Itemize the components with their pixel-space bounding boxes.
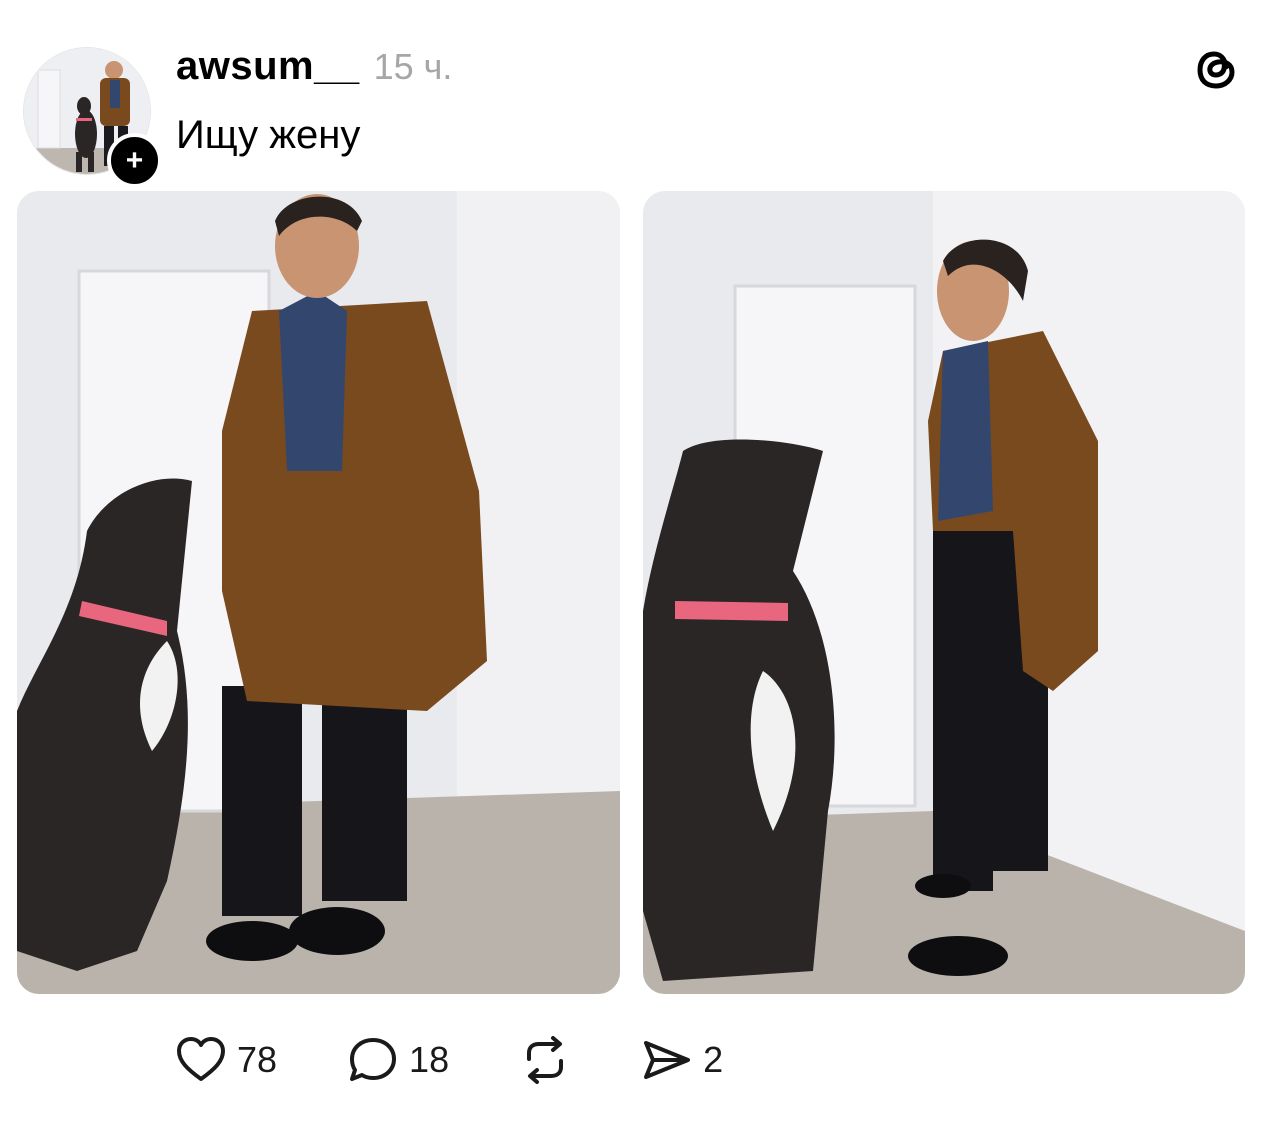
reply-button[interactable]: 18 (347, 1035, 449, 1085)
speech-bubble-icon (350, 1038, 397, 1081)
threads-logo-icon (1192, 44, 1242, 94)
like-count: 78 (237, 1039, 278, 1080)
share-count: 2 (703, 1039, 724, 1080)
post-photo-1[interactable] (17, 191, 620, 994)
action-bar: 78 18 2 (175, 1030, 793, 1090)
repost-button[interactable] (519, 1035, 571, 1085)
reply-count: 18 (409, 1039, 450, 1080)
post-header: awsum__ 15 ч. (176, 44, 452, 94)
author-avatar[interactable]: + (23, 47, 162, 188)
like-button[interactable]: 78 (175, 1035, 277, 1085)
repost-arrows-icon (527, 1036, 564, 1084)
post-photo-2[interactable] (643, 191, 1245, 994)
plus-icon: + (125, 143, 144, 177)
follow-button[interactable]: + (107, 133, 162, 188)
post-caption: Ищу жену (176, 113, 361, 157)
username[interactable]: awsum__ (176, 44, 360, 89)
paper-plane-icon (644, 1041, 691, 1079)
post-timestamp: 15 ч. (373, 46, 453, 87)
heart-icon (177, 1037, 225, 1081)
share-button[interactable]: 2 (641, 1035, 723, 1085)
